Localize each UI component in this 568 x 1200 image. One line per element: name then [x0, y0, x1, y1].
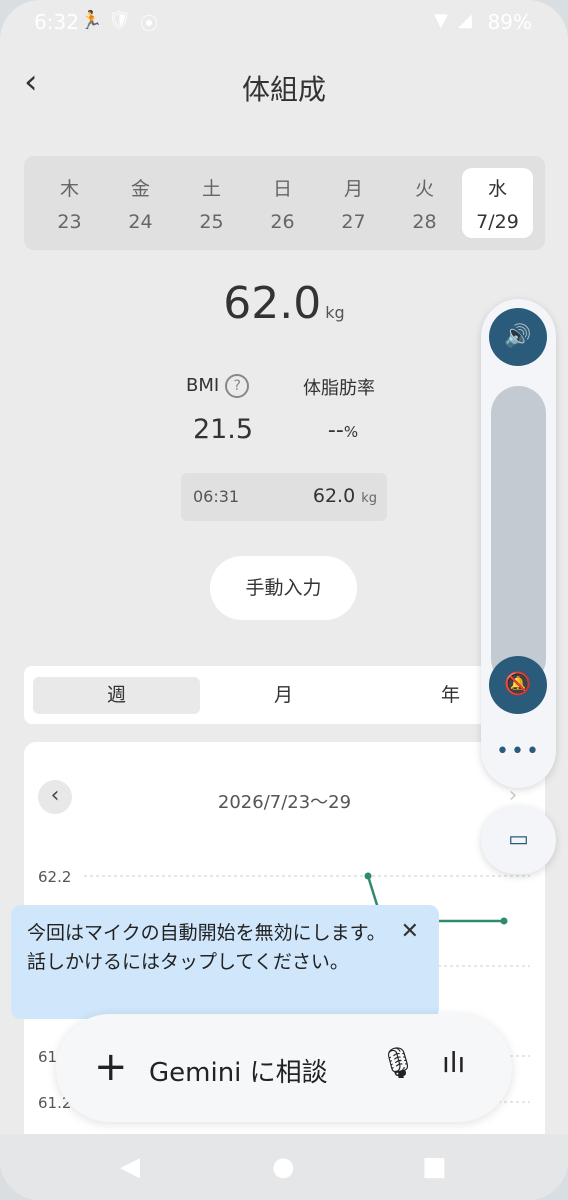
data-point [500, 917, 508, 925]
day-date: 23 [57, 211, 82, 233]
page-title: 体組成 [241, 73, 326, 106]
signal-icon: ◢ [458, 10, 472, 31]
day-date: 27 [341, 211, 366, 233]
day-item[interactable]: 火 28 [389, 168, 460, 238]
measurement-record[interactable]: 06:31 62.0 kg [181, 473, 387, 521]
help-icon[interactable]: ? [225, 374, 250, 398]
app-bar: ‹ 体組成 [0, 56, 568, 112]
bodyfat-unit: % [343, 423, 359, 441]
manual-input-button[interactable]: 手動入力 [210, 556, 357, 620]
home-nav-icon[interactable]: ● [272, 1152, 295, 1182]
close-icon[interactable]: ✕ [401, 919, 419, 944]
tab-week[interactable]: 週 [33, 677, 200, 714]
day-item[interactable]: 木 23 [34, 168, 105, 238]
day-of-week: 水 [487, 178, 507, 200]
status-bar: 6:32 🏃 🛡 ⦿ ▼ ◢ 89% [0, 0, 568, 44]
record-weight-value: 62.0 [312, 485, 356, 507]
bmi-value: 21.5 [192, 414, 254, 445]
record-weight-unit: kg [361, 491, 377, 506]
tooltip-text: 今回はマイクの自動開始を無効にします。話しかけるにはタップしてください。 [27, 922, 386, 973]
weight-unit: kg [325, 303, 345, 322]
day-item[interactable]: 金 24 [105, 168, 176, 238]
day-of-week: 月 [343, 178, 363, 200]
week-selector: 木 23 金 24 土 25 日 26 月 27 火 28 水 7/29 [24, 156, 545, 250]
day-of-week: 日 [272, 178, 292, 200]
microphone-icon[interactable]: 🎙 [379, 1046, 417, 1081]
day-of-week: 金 [130, 178, 150, 200]
running-icon: 🏃 [80, 10, 103, 31]
day-of-week: 土 [201, 178, 221, 200]
bodyfat-label: 体脂肪率 [303, 378, 375, 399]
back-nav-icon[interactable]: ◀ [120, 1152, 140, 1182]
day-date: 26 [270, 211, 295, 233]
day-date: 25 [199, 211, 224, 233]
day-item[interactable]: 月 27 [318, 168, 389, 238]
day-item[interactable]: 土 25 [176, 168, 247, 238]
gemini-bar[interactable]: + Gemini に相談 🎙 ılı [56, 1014, 512, 1122]
volume-icon[interactable]: 🔊 [489, 308, 547, 366]
data-point [364, 872, 372, 880]
wifi-icon: ▼ [434, 10, 448, 31]
day-date: 7/29 [476, 211, 519, 233]
day-item[interactable]: 日 26 [247, 168, 318, 238]
volume-panel: 🔊 🔕 ••• [481, 299, 556, 788]
day-of-week: 火 [414, 178, 434, 200]
record-time: 06:31 [193, 487, 240, 506]
volume-slider[interactable] [491, 386, 546, 686]
bodyfat-number: -- [327, 418, 344, 443]
screen: 6:32 🏃 🛡 ⦿ ▼ ◢ 89% ‹ 体組成 木 23 金 24 土 25 日 26… [0, 0, 568, 1200]
bodyfat-value: --% [318, 418, 368, 443]
live-caption-off-icon[interactable]: ▭ [481, 806, 556, 874]
period-selector: 週 月 年 [24, 666, 545, 724]
battery-percent: 89% [487, 10, 532, 34]
gemini-prompt[interactable]: Gemini に相談 [149, 1052, 328, 1089]
nfc-icon: ⦿ [140, 14, 158, 35]
recents-nav-icon[interactable]: ■ [422, 1152, 447, 1182]
tab-month[interactable]: 月 [200, 677, 367, 714]
live-waveform-icon[interactable]: ılı [442, 1046, 465, 1079]
bmi-label-row: BMI? [186, 374, 250, 398]
day-date: 24 [128, 211, 153, 233]
mic-tooltip[interactable]: 今回はマイクの自動開始を無効にします。話しかけるにはタップしてください。 ✕ [11, 905, 439, 1019]
system-nav-bar: ◀ ● ■ [0, 1134, 568, 1200]
day-of-week: 木 [59, 178, 79, 200]
shield-icon: 🛡 [108, 10, 131, 31]
record-weight: 62.0 kg [313, 485, 377, 507]
status-time: 6:32 [34, 10, 79, 34]
ring-mute-icon[interactable]: 🔕 [489, 656, 547, 714]
more-icon[interactable]: ••• [481, 739, 556, 764]
day-date: 28 [412, 211, 437, 233]
plus-icon[interactable]: + [94, 1044, 128, 1090]
day-item-selected[interactable]: 水 7/29 [462, 168, 533, 238]
bmi-label: BMI [186, 375, 220, 396]
weight-value: 62.0 [223, 278, 322, 329]
